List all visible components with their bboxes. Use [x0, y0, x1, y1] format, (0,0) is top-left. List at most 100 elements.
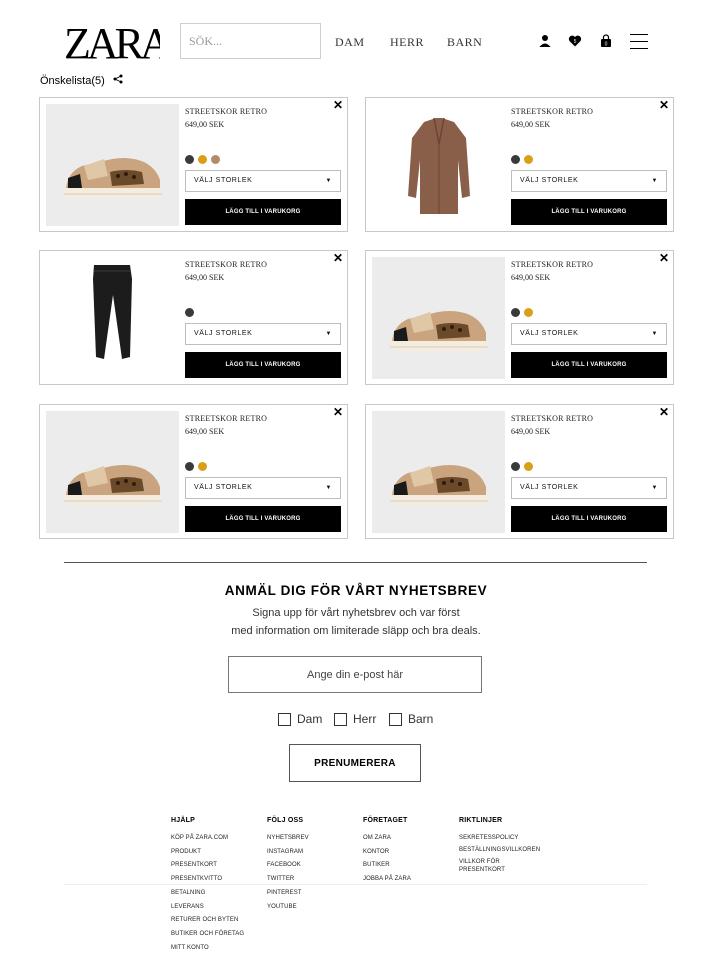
product-image[interactable] — [372, 257, 505, 379]
color-swatch[interactable] — [511, 308, 520, 317]
close-icon[interactable]: ✕ — [333, 99, 343, 111]
footer-link[interactable]: Produkt — [171, 846, 244, 860]
close-icon[interactable]: ✕ — [659, 252, 669, 264]
color-swatch[interactable] — [185, 462, 194, 471]
product-name[interactable]: STREETSKOR RETRO — [185, 107, 267, 116]
email-field[interactable] — [228, 656, 482, 693]
color-swatches — [185, 155, 220, 164]
footer-link[interactable]: Presentkort — [171, 859, 244, 873]
add-to-cart-button[interactable]: LÄGG TILL I VARUKORG — [185, 199, 341, 225]
close-icon[interactable]: ✕ — [659, 406, 669, 418]
footer-link[interactable]: Nyhetsbrev — [267, 832, 309, 846]
search-box[interactable] — [180, 23, 321, 59]
checkbox-herr[interactable]: Herr — [334, 712, 376, 726]
shopping-bag-icon[interactable]: 0 — [599, 34, 613, 48]
color-swatch[interactable] — [524, 155, 533, 164]
product-image[interactable] — [372, 411, 505, 533]
color-swatch[interactable] — [511, 155, 520, 164]
close-icon[interactable]: ✕ — [333, 406, 343, 418]
color-swatches — [511, 155, 533, 164]
footer-link[interactable]: Beställningsvillkoren — [459, 846, 540, 854]
add-to-cart-button[interactable]: LÄGG TILL I VARUKORG — [511, 352, 667, 378]
size-select-label: VÄLJ STORLEK — [194, 330, 253, 337]
wishlist-heart-icon[interactable]: 5 — [568, 34, 582, 48]
footer-link[interactable]: Leverans — [171, 901, 244, 915]
footer-link[interactable]: Sekretesspolicy — [459, 832, 529, 846]
footer-link[interactable]: Kontor — [363, 846, 411, 860]
product-image[interactable] — [372, 104, 505, 226]
close-icon[interactable]: ✕ — [333, 252, 343, 264]
color-swatch[interactable] — [524, 308, 533, 317]
footer-link[interactable]: Twitter — [267, 873, 309, 887]
size-select[interactable]: VÄLJ STORLEK ▼ — [511, 323, 667, 345]
size-select-label: VÄLJ STORLEK — [520, 484, 579, 491]
footer-link[interactable]: Butiker och företag — [171, 928, 244, 942]
product-price: 649,00 SEK — [185, 427, 225, 436]
product-name[interactable]: STREETSKOR RETRO — [511, 107, 593, 116]
footer-link[interactable]: Betalning — [171, 887, 244, 901]
footer-link[interactable]: Villkor för presentkort — [459, 858, 529, 874]
footer-link[interactable]: Pinterest — [267, 887, 309, 901]
color-swatch[interactable] — [211, 155, 220, 164]
search-input[interactable] — [181, 24, 320, 58]
section-divider — [64, 562, 647, 563]
color-swatch[interactable] — [198, 155, 207, 164]
footer-link[interactable]: Facebook — [267, 859, 309, 873]
color-swatch[interactable] — [524, 462, 533, 471]
size-select[interactable]: VÄLJ STORLEK ▼ — [185, 477, 341, 499]
footer-link[interactable]: Jobba på Zara — [363, 873, 411, 887]
nav-barn[interactable]: BARN — [447, 35, 482, 50]
account-icon[interactable] — [538, 34, 552, 48]
nav-dam[interactable]: DAM — [335, 35, 365, 50]
checkbox-barn[interactable]: Barn — [389, 712, 433, 726]
add-to-cart-button[interactable]: LÄGG TILL I VARUKORG — [185, 506, 341, 532]
color-swatch[interactable] — [198, 462, 207, 471]
subscribe-button[interactable]: PRENUMERERA — [289, 744, 421, 782]
add-to-cart-button[interactable]: LÄGG TILL I VARUKORG — [511, 199, 667, 225]
footer-link[interactable]: Instagram — [267, 846, 309, 860]
size-select[interactable]: VÄLJ STORLEK ▼ — [185, 170, 341, 192]
zara-logo[interactable]: ZARA — [64, 19, 176, 68]
close-icon[interactable]: ✕ — [659, 99, 669, 111]
chevron-down-icon: ▼ — [651, 331, 658, 337]
size-select[interactable]: VÄLJ STORLEK ▼ — [511, 477, 667, 499]
footer-link[interactable]: Returer och byten — [171, 914, 244, 928]
checkbox-dam[interactable]: Dam — [278, 712, 322, 726]
product-name[interactable]: STREETSKOR RETRO — [185, 414, 267, 423]
size-select[interactable]: VÄLJ STORLEK ▼ — [185, 323, 341, 345]
menu-icon[interactable] — [630, 34, 648, 50]
color-swatch[interactable] — [185, 308, 194, 317]
product-image[interactable] — [46, 104, 179, 226]
footer-link[interactable]: Presentkvitto — [171, 873, 244, 887]
color-swatch[interactable] — [511, 462, 520, 471]
wishlist-card: ✕ STREETSKOR RETRO 649,00 SEK VÄLJ STORLEK ▼… — [365, 404, 674, 539]
product-image[interactable] — [46, 411, 179, 533]
chevron-down-icon: ▼ — [651, 178, 658, 184]
newsletter-title: ANMÄL DIG FÖR VÅRT NYHETSBREV — [224, 583, 488, 598]
size-select-label: VÄLJ STORLEK — [520, 330, 579, 337]
footer-link[interactable]: Butiker — [363, 859, 411, 873]
footer-link[interactable]: Om Zara — [363, 832, 411, 846]
checkbox-box[interactable] — [389, 712, 402, 726]
add-to-cart-button[interactable]: LÄGG TILL I VARUKORG — [511, 506, 667, 532]
add-to-cart-button[interactable]: LÄGG TILL I VARUKORG — [185, 352, 341, 378]
size-select-label: VÄLJ STORLEK — [194, 177, 253, 184]
svg-text:ZARA: ZARA — [64, 20, 160, 62]
footer-column-title: HJÄLP — [171, 817, 195, 824]
product-name[interactable]: STREETSKOR RETRO — [511, 260, 593, 269]
product-name[interactable]: STREETSKOR RETRO — [185, 260, 267, 269]
email-input[interactable] — [229, 657, 481, 692]
footer-link[interactable]: Youtube — [267, 901, 309, 915]
size-select[interactable]: VÄLJ STORLEK ▼ — [511, 170, 667, 192]
checkbox-box[interactable] — [278, 712, 291, 726]
color-swatch[interactable] — [185, 155, 194, 164]
wishlist-card: ✕ STREETSKOR RETRO 649,00 SEK VÄLJ STORLEK ▼… — [39, 404, 348, 539]
footer-link[interactable]: Köp på zara.com — [171, 832, 244, 846]
product-name[interactable]: STREETSKOR RETRO — [511, 414, 593, 423]
share-icon[interactable] — [113, 74, 123, 87]
wishlist-header: Önskelista(5) — [40, 74, 123, 87]
product-image[interactable] — [46, 257, 179, 379]
checkbox-box[interactable] — [334, 712, 347, 726]
nav-herr[interactable]: HERR — [390, 35, 424, 50]
footer-link[interactable]: Mitt konto — [171, 942, 244, 956]
